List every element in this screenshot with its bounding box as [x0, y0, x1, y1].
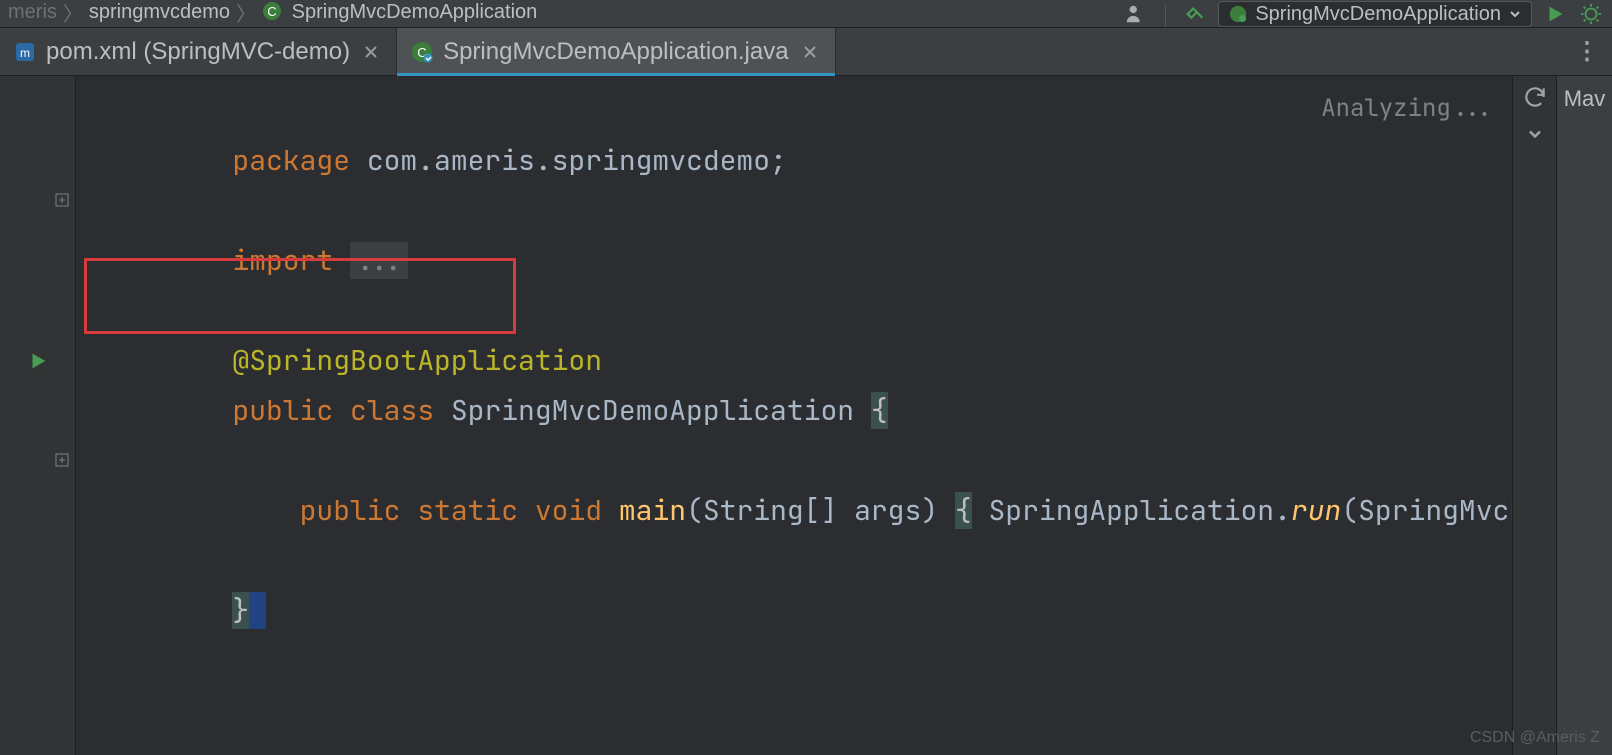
breadcrumb-segment[interactable]: C SpringMvcDemoApplication: [262, 1, 537, 24]
code-line[interactable]: package com.ameris.springmvcdemo;: [98, 86, 1512, 136]
class-icon: C: [262, 1, 282, 21]
chevron-down-icon: [1509, 8, 1521, 20]
breadcrumb-segment[interactable]: springmvcdemo: [89, 1, 230, 24]
run-line-marker-icon[interactable]: [0, 336, 75, 386]
editor-gutter[interactable]: [0, 76, 76, 755]
code-area[interactable]: Analyzing... package com.ameris.springmv…: [76, 76, 1512, 755]
breadcrumb-segment[interactable]: meris: [8, 1, 57, 24]
fold-expand-icon[interactable]: [55, 453, 71, 469]
editor-right-rail: [1512, 76, 1556, 755]
code-line[interactable]: }: [98, 536, 1512, 586]
chevron-right-icon: 〉: [236, 0, 256, 27]
code-line[interactable]: public class SpringMvcDemoApplication {: [98, 336, 1512, 386]
code-line[interactable]: public static void main(String[] args) {…: [98, 436, 1512, 486]
right-tool-window-bar[interactable]: Mav: [1556, 76, 1612, 755]
editor-tab-bar: m pom.xml (SpringMVC-demo) C SpringMvcDe…: [0, 28, 1612, 76]
workspace: Analyzing... package com.ameris.springmv…: [0, 76, 1612, 755]
run-configuration-label: SpringMvcDemoApplication: [1255, 3, 1501, 26]
maven-file-icon: m: [14, 41, 36, 63]
tab-label: SpringMvcDemoApplication.java: [443, 38, 789, 66]
tab-pom-xml[interactable]: m pom.xml (SpringMVC-demo): [0, 28, 397, 75]
svg-text:C: C: [267, 4, 276, 19]
refresh-icon[interactable]: [1522, 84, 1548, 110]
code-line[interactable]: import ...: [98, 186, 1512, 236]
chevron-right-icon: 〉: [63, 0, 83, 27]
hammer-build-icon[interactable]: [1182, 1, 1208, 27]
tab-spring-mvc-demo-application[interactable]: C SpringMvcDemoApplication.java: [397, 28, 836, 75]
folded-region[interactable]: ...: [350, 242, 408, 279]
java-class-icon: C: [411, 41, 433, 63]
maven-tool-window-label[interactable]: Mav: [1564, 86, 1606, 112]
editor[interactable]: Analyzing... package com.ameris.springmv…: [0, 76, 1556, 755]
navigation-bar: meris 〉 springmvcdemo 〉 C SpringMvcDemoA…: [0, 0, 1612, 28]
breadcrumb-label: SpringMvcDemoApplication: [292, 1, 538, 23]
tab-overflow-menu[interactable]: ⋮: [1564, 28, 1612, 75]
debug-icon[interactable]: [1578, 1, 1604, 27]
separator: [1165, 5, 1166, 27]
fold-expand-icon[interactable]: [55, 193, 71, 209]
user-icon[interactable]: [1123, 1, 1149, 27]
run-icon[interactable]: [1542, 1, 1568, 27]
watermark: CSDN @Ameris Z: [1470, 729, 1600, 747]
close-icon[interactable]: [364, 45, 378, 59]
close-icon[interactable]: [803, 45, 817, 59]
run-configuration-selector[interactable]: SpringMvcDemoApplication: [1218, 1, 1532, 27]
caret: [249, 592, 266, 629]
spring-boot-icon: [1229, 5, 1247, 23]
svg-text:m: m: [20, 46, 30, 60]
breadcrumb[interactable]: meris 〉 springmvcdemo 〉 C SpringMvcDemoA…: [8, 0, 537, 27]
chevron-down-icon[interactable]: [1525, 124, 1545, 144]
code-line[interactable]: @SpringBootApplication: [98, 286, 1512, 336]
tab-label: pom.xml (SpringMVC-demo): [46, 38, 350, 66]
